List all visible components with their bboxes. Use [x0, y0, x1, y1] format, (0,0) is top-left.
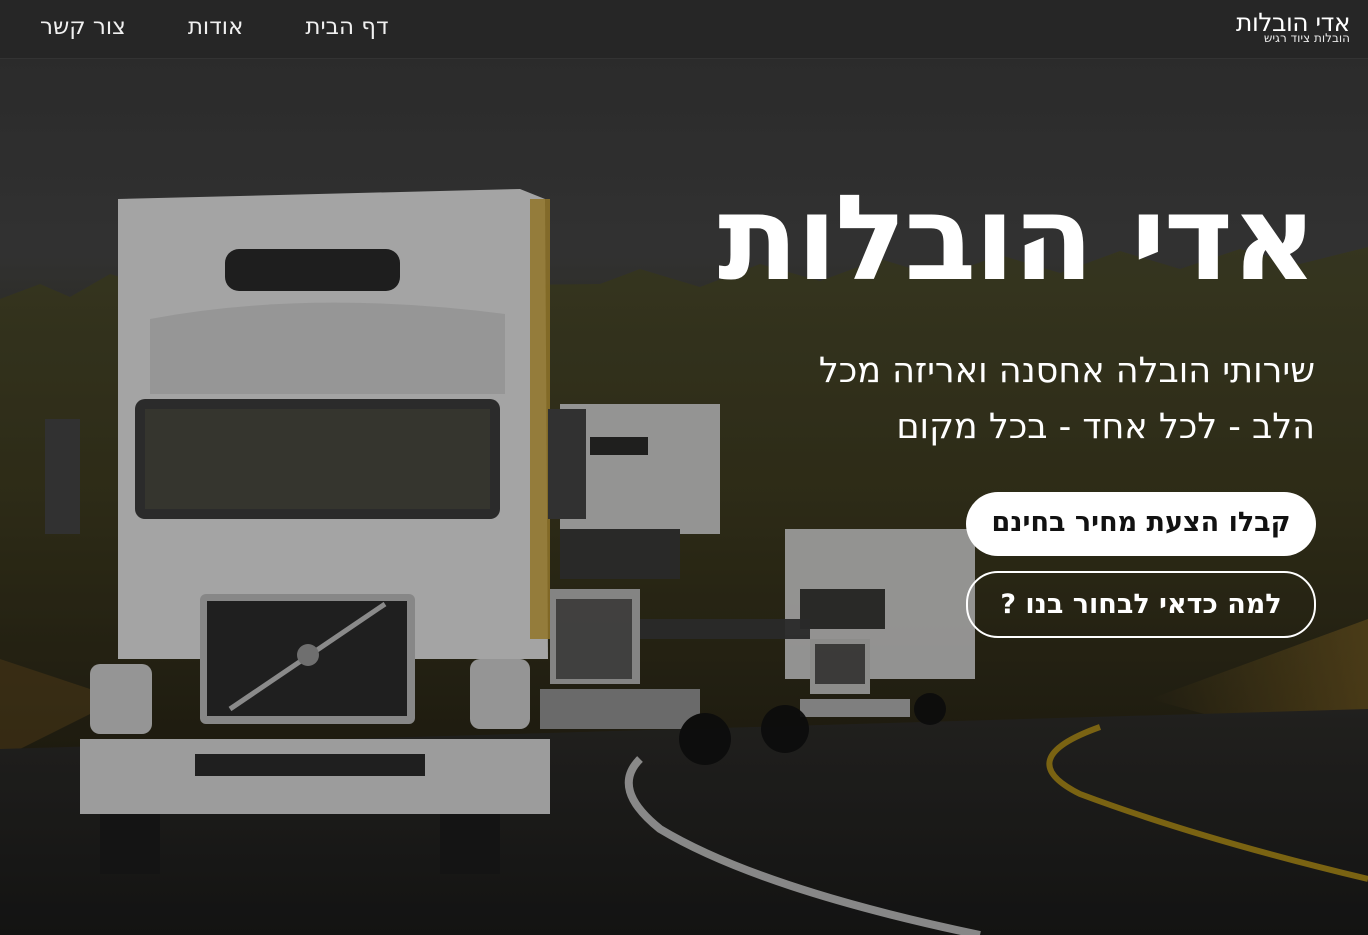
top-navbar: אדי הובלות הובלות ציוד רגיש צור קשר אודו…: [0, 0, 1368, 59]
nav-link-contact[interactable]: צור קשר: [40, 14, 126, 40]
hero-subtitle-line1: שירותי הובלה אחסנה ואריזה מכל: [818, 351, 1315, 391]
why-choose-us-button[interactable]: למה כדאי לבחור בנו ?: [966, 571, 1316, 638]
nav-link-about[interactable]: אודות: [188, 14, 244, 40]
hero-title: אדי הובלות: [717, 169, 1317, 307]
hero-section: אדי הובלות שירותי הובלה אחסנה ואריזה מכל…: [0, 59, 1368, 935]
brand-logo[interactable]: אדי הובלות הובלות ציוד רגיש: [1236, 10, 1350, 44]
hero-text-block: אדי הובלות שירותי הובלה אחסנה ואריזה מכל…: [675, 169, 1317, 455]
nav-link-home[interactable]: דף הבית: [305, 14, 388, 40]
get-quote-button[interactable]: קבלו הצעת מחיר בחינם: [966, 492, 1316, 556]
hero-subtitle-line2: הלב - לכל אחד - בכל מקום: [896, 407, 1315, 447]
hero-subtitle: שירותי הובלה אחסנה ואריזה מכל הלב - לכל …: [675, 343, 1315, 455]
nav-links: צור קשר אודות דף הבית: [40, 14, 389, 40]
